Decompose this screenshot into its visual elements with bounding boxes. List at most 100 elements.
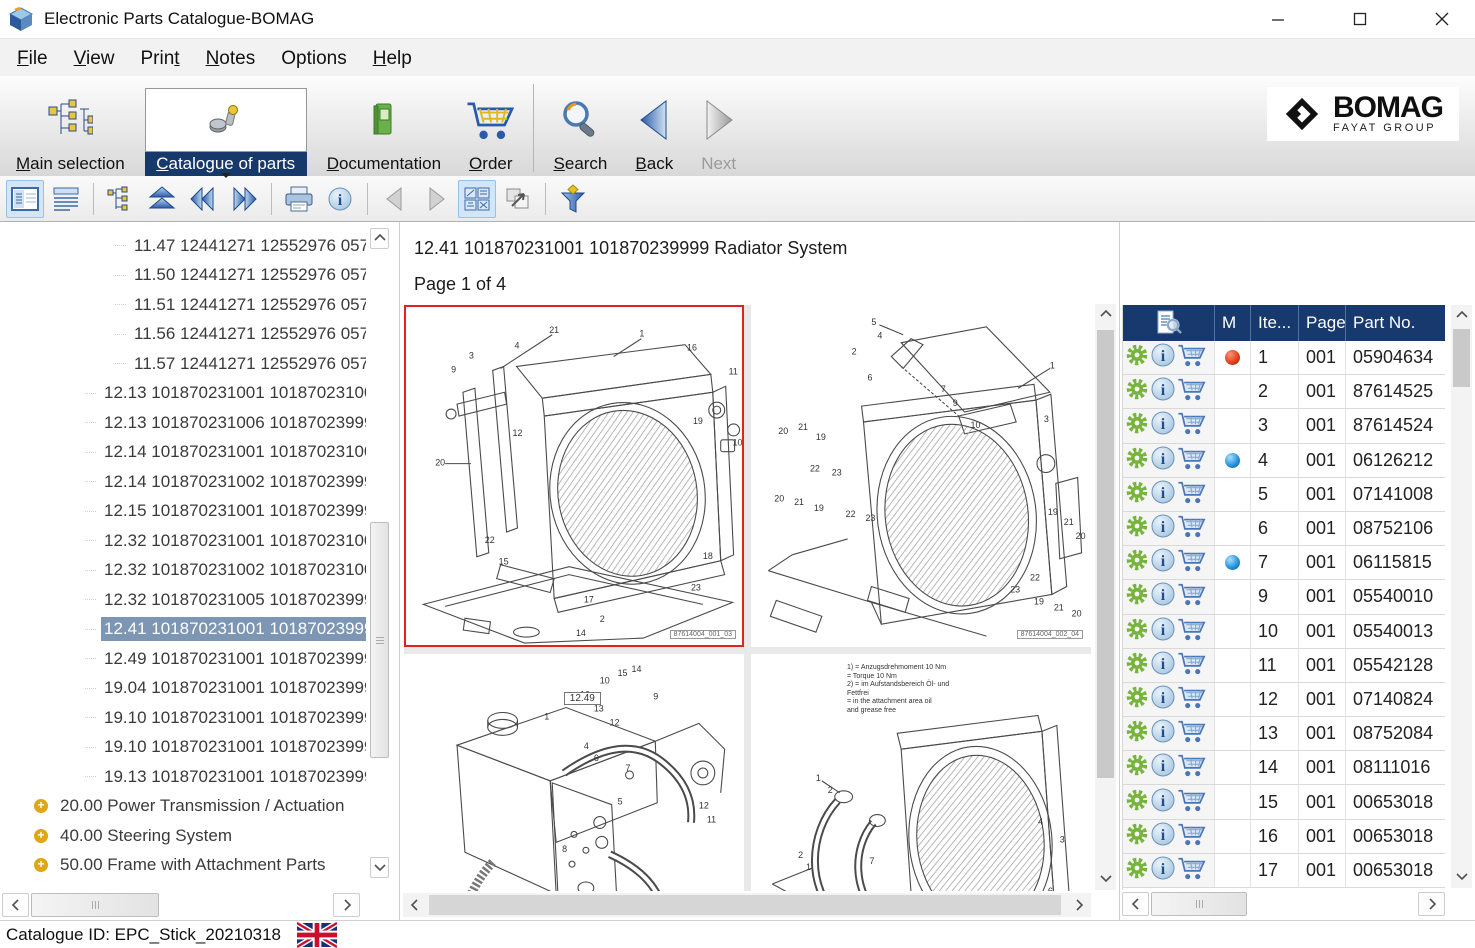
part-number-cell[interactable]: 00653018 bbox=[1346, 820, 1445, 853]
search-button[interactable]: Search bbox=[541, 80, 621, 176]
cart-icon[interactable] bbox=[1177, 752, 1207, 783]
info-circle-icon[interactable]: i bbox=[1150, 410, 1176, 441]
gear-icon[interactable] bbox=[1125, 446, 1149, 475]
tree-item[interactable]: +20.00 Power Transmission / Actuation bbox=[0, 792, 366, 822]
uk-flag-icon[interactable] bbox=[297, 922, 337, 948]
column-header-page[interactable]: Page bbox=[1299, 305, 1346, 341]
cart-icon[interactable] bbox=[1177, 787, 1207, 818]
info-circle-icon[interactable]: i bbox=[1150, 821, 1176, 852]
diagram-radiator-hoses[interactable]: 122 178 11125 436 9104 1) = Anzugsdrehmo… bbox=[751, 654, 1091, 891]
part-number-cell[interactable]: 06115815 bbox=[1346, 546, 1445, 579]
cart-icon[interactable] bbox=[1177, 445, 1207, 476]
info-circle-icon[interactable]: i bbox=[1150, 479, 1176, 510]
cart-icon[interactable] bbox=[1177, 855, 1207, 886]
gear-icon[interactable] bbox=[1125, 788, 1149, 817]
menu-item-file[interactable]: File bbox=[4, 46, 61, 72]
tree-item[interactable]: 12.14 101870231002 101870239999 bbox=[0, 467, 366, 497]
tree-item[interactable]: 12.32 101870231001 101870231001 bbox=[0, 526, 366, 556]
tree-item[interactable]: 12.41 101870231001 101870239999 bbox=[0, 615, 366, 645]
export-icon[interactable] bbox=[499, 180, 537, 218]
scroll-up-button[interactable] bbox=[1095, 304, 1116, 326]
scroll-up-button[interactable] bbox=[1451, 305, 1472, 327]
info-circle-icon[interactable]: i bbox=[1150, 718, 1176, 749]
column-header-partno[interactable]: Part No. bbox=[1346, 305, 1445, 341]
order-button[interactable]: Order bbox=[456, 80, 525, 176]
catalogue-of-parts-button[interactable]: Catalogue of parts bbox=[145, 80, 307, 176]
part-number-cell[interactable]: 87614525 bbox=[1346, 375, 1445, 408]
column-header-item[interactable]: Ite... bbox=[1251, 305, 1299, 341]
gear-icon[interactable] bbox=[1125, 685, 1149, 714]
tree-item[interactable]: 19.10 101870231001 101870239999 bbox=[0, 703, 366, 733]
scroll-thumb[interactable] bbox=[31, 893, 159, 917]
tree-item[interactable]: 12.49 101870231001 101870239999 bbox=[0, 644, 366, 674]
main-selection-button[interactable]: Main selection bbox=[3, 80, 138, 176]
scroll-left-button[interactable] bbox=[1122, 892, 1149, 916]
gear-icon[interactable] bbox=[1125, 617, 1149, 646]
tree-vertical-scrollbar[interactable] bbox=[370, 228, 389, 878]
tree-item[interactable]: 11.47 12441271 12552976 0570 bbox=[0, 231, 366, 261]
cart-icon[interactable] bbox=[1177, 342, 1207, 373]
cart-icon[interactable] bbox=[1177, 581, 1207, 612]
next-double-icon[interactable] bbox=[225, 180, 263, 218]
parts-vertical-scrollbar[interactable] bbox=[1451, 305, 1472, 888]
cart-icon[interactable] bbox=[1177, 821, 1207, 852]
info-circle-icon[interactable]: i bbox=[1150, 684, 1176, 715]
scroll-right-button[interactable] bbox=[1418, 892, 1445, 916]
diagram-horizontal-scrollbar[interactable] bbox=[403, 893, 1091, 917]
cart-icon[interactable] bbox=[1177, 513, 1207, 544]
tree-item[interactable]: 11.56 12441271 12552976 0570 bbox=[0, 320, 366, 350]
tree-item[interactable]: 11.57 12441271 12552976 0570 bbox=[0, 349, 366, 379]
nav-left-icon[interactable] bbox=[376, 180, 414, 218]
cart-icon[interactable] bbox=[1177, 410, 1207, 441]
tile-windows-icon[interactable] bbox=[458, 180, 496, 218]
info-circle-icon[interactable]: i bbox=[321, 180, 359, 218]
expand-plus-icon[interactable]: + bbox=[34, 799, 48, 813]
part-number-cell[interactable]: 05540013 bbox=[1346, 615, 1445, 648]
info-circle-icon[interactable]: i bbox=[1150, 547, 1176, 578]
info-circle-icon[interactable]: i bbox=[1150, 650, 1176, 681]
part-number-cell[interactable]: 07140824 bbox=[1346, 683, 1445, 716]
scroll-down-button[interactable] bbox=[1451, 866, 1472, 888]
part-number-cell[interactable]: 05540010 bbox=[1346, 580, 1445, 613]
scroll-right-button[interactable] bbox=[1067, 893, 1091, 917]
collapse-up-icon[interactable] bbox=[143, 180, 181, 218]
cart-icon[interactable] bbox=[1177, 718, 1207, 749]
gear-icon[interactable] bbox=[1125, 753, 1149, 782]
cart-icon[interactable] bbox=[1177, 616, 1207, 647]
panel-view-icon[interactable] bbox=[6, 180, 44, 218]
part-number-cell[interactable]: 06126212 bbox=[1346, 444, 1445, 477]
gear-icon[interactable] bbox=[1125, 377, 1149, 406]
part-number-cell[interactable]: 00653018 bbox=[1346, 854, 1445, 887]
close-icon[interactable] bbox=[1427, 4, 1457, 34]
expand-plus-icon[interactable]: + bbox=[34, 829, 48, 843]
cart-icon[interactable] bbox=[1177, 547, 1207, 578]
scroll-left-button[interactable] bbox=[403, 893, 427, 917]
prev-double-icon[interactable] bbox=[184, 180, 222, 218]
parts-horizontal-scrollbar[interactable] bbox=[1122, 892, 1445, 916]
info-circle-icon[interactable]: i bbox=[1150, 752, 1176, 783]
part-number-cell[interactable]: 08111016 bbox=[1346, 751, 1445, 784]
part-number-cell[interactable]: 00653018 bbox=[1346, 785, 1445, 818]
diagram-radiator-mounting[interactable]: 2114 3912 201611 191022 151718 23214 876… bbox=[404, 305, 744, 647]
info-circle-icon[interactable]: i bbox=[1150, 342, 1176, 373]
gear-icon[interactable] bbox=[1125, 343, 1149, 372]
part-number-cell[interactable]: 08752084 bbox=[1346, 717, 1445, 750]
gear-icon[interactable] bbox=[1125, 651, 1149, 680]
diagram-expansion-tank[interactable]: 11015 141613 1294 6712 1158 32 12.49 12.… bbox=[404, 654, 744, 891]
tree-item[interactable]: 12.32 101870231005 101870239999 bbox=[0, 585, 366, 615]
part-number-cell[interactable]: 05904634 bbox=[1346, 341, 1445, 374]
part-number-cell[interactable]: 05542128 bbox=[1346, 649, 1445, 682]
maximize-icon[interactable] bbox=[1345, 4, 1375, 34]
info-circle-icon[interactable]: i bbox=[1150, 445, 1176, 476]
menu-item-options[interactable]: Options bbox=[268, 46, 359, 72]
gear-icon[interactable] bbox=[1125, 719, 1149, 748]
gear-icon[interactable] bbox=[1125, 856, 1149, 885]
info-circle-icon[interactable]: i bbox=[1150, 855, 1176, 886]
gear-icon[interactable] bbox=[1125, 480, 1149, 509]
tree-item[interactable]: 19.10 101870231001 101870239999 bbox=[0, 733, 366, 763]
info-circle-icon[interactable]: i bbox=[1150, 376, 1176, 407]
menu-item-view[interactable]: View bbox=[61, 46, 128, 72]
tree-item[interactable]: 19.04 101870231001 101870239999 bbox=[0, 674, 366, 704]
part-number-cell[interactable]: 08752106 bbox=[1346, 512, 1445, 545]
scroll-left-button[interactable] bbox=[2, 893, 29, 917]
